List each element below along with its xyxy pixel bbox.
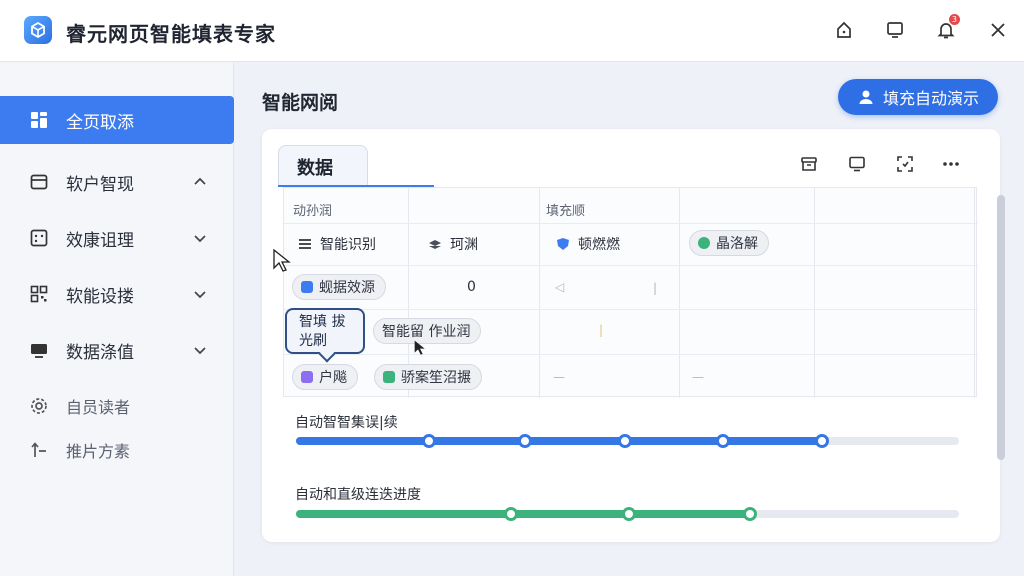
empty-dash: — <box>692 370 704 384</box>
divider-mark: | <box>653 281 658 295</box>
tooltip-bubble: 智填 拔光刷 <box>285 308 365 354</box>
progress-fill <box>296 510 754 518</box>
doc-icon <box>301 281 313 293</box>
leaf-icon <box>698 237 710 249</box>
sidebar-item-data[interactable]: 数据涤值 <box>0 326 234 374</box>
progress-node[interactable] <box>621 507 636 521</box>
sidebar: 全页取添 软户智现 效康诅理 软能设搂 数据涤值 自员读者 推片方素 <box>0 62 234 576</box>
layers-icon <box>429 240 441 249</box>
monitor-icon <box>28 339 50 361</box>
sidebar-item-user[interactable]: 软户智现 <box>0 158 234 206</box>
tag-chip[interactable]: 户飚 <box>292 364 358 390</box>
sidebar-item-full-page[interactable]: 全页取添 <box>0 96 234 144</box>
archive-icon[interactable] <box>798 153 820 175</box>
grid-icon <box>28 109 50 131</box>
home-icon[interactable] <box>832 18 856 42</box>
table-cell[interactable]: 顿燃燃 <box>556 234 620 254</box>
sidebar-item-label: 自员读者 <box>66 398 131 417</box>
tag-chip[interactable]: 骄案笙沼搌 <box>374 364 482 390</box>
empty-dash: — <box>553 370 565 384</box>
app-logo-icon <box>24 16 52 44</box>
check-icon <box>383 371 395 383</box>
sidebar-item-label: 软户智现 <box>66 174 134 195</box>
progress-node[interactable] <box>503 507 518 521</box>
table-cell[interactable]: 智能识别 <box>298 234 376 254</box>
progress-track[interactable] <box>296 434 959 448</box>
tag-chip[interactable]: 晶洛解 <box>689 230 769 256</box>
shield-icon <box>557 238 569 250</box>
progress-node[interactable] <box>421 434 436 448</box>
list-icon <box>299 239 311 249</box>
app-title: 睿元网页智能填表专家 <box>66 22 276 46</box>
progress-node[interactable] <box>715 434 730 448</box>
screen-icon[interactable] <box>883 18 907 42</box>
sidebar-item-manage[interactable]: 效康诅理 <box>0 214 234 262</box>
sidebar-item-label: 数据涤值 <box>66 342 134 363</box>
tag-chip[interactable]: 蚬据效源 <box>292 274 386 300</box>
sidebar-item-upload[interactable]: 推片方素 <box>0 426 234 474</box>
table-value: 0 <box>467 279 476 295</box>
chevron-down-icon <box>194 347 206 355</box>
table-cell[interactable]: 珂渊 <box>428 234 478 254</box>
progress-fill <box>296 437 820 445</box>
more-icon[interactable] <box>940 153 962 175</box>
progress-track[interactable] <box>296 507 959 521</box>
progress-node[interactable] <box>814 434 829 448</box>
notification-bell-icon[interactable]: 3 <box>934 14 960 42</box>
upload-icon <box>28 439 50 461</box>
mouse-pointer-icon <box>414 340 425 355</box>
progress-label: 自动和直级连迭进度 <box>295 487 421 503</box>
sidebar-item-settings[interactable]: 软能设搂 <box>0 270 234 318</box>
sidebar-item-label: 软能设搂 <box>66 286 134 307</box>
column-header: 动孙润 <box>293 204 333 219</box>
form-icon <box>28 227 50 249</box>
notification-badge: 3 <box>948 14 960 25</box>
screen-icon[interactable] <box>846 153 868 175</box>
close-icon[interactable] <box>986 18 1010 42</box>
home-icon <box>301 371 313 383</box>
vertical-scrollbar[interactable] <box>997 195 1005 460</box>
user-icon <box>859 90 873 104</box>
progress-label: 自动智智集误|续 <box>295 415 398 431</box>
title-bar: 睿元网页智能填表专家 3 <box>0 0 1024 62</box>
sidebar-item-label: 效康诅理 <box>66 230 134 251</box>
calendar-icon <box>28 171 50 193</box>
gear-icon <box>28 395 50 417</box>
qr-icon <box>28 283 50 305</box>
tag-chip[interactable]: 智能留 作业润 <box>373 318 482 344</box>
demo-button-label: 填充自动演示 <box>882 89 979 108</box>
left-arrow-icon: ◁ <box>555 280 565 294</box>
divider-mark: | <box>599 323 604 337</box>
page-title: 智能网阅 <box>262 92 339 114</box>
chevron-up-icon <box>194 177 206 185</box>
scan-icon[interactable] <box>894 153 916 175</box>
column-header: 填充顺 <box>546 204 586 219</box>
sidebar-item-members[interactable]: 自员读者 <box>0 382 234 430</box>
chevron-down-icon <box>194 235 206 243</box>
progress-node[interactable] <box>617 434 632 448</box>
chevron-down-icon <box>194 291 206 299</box>
auto-fill-demo-button[interactable]: 填充自动演示 <box>838 79 998 115</box>
mouse-pointer-icon <box>273 249 291 272</box>
tab-data[interactable]: 数据 <box>278 145 368 187</box>
sidebar-item-label: 全页取添 <box>66 112 134 133</box>
sidebar-item-label: 推片方素 <box>66 442 131 461</box>
